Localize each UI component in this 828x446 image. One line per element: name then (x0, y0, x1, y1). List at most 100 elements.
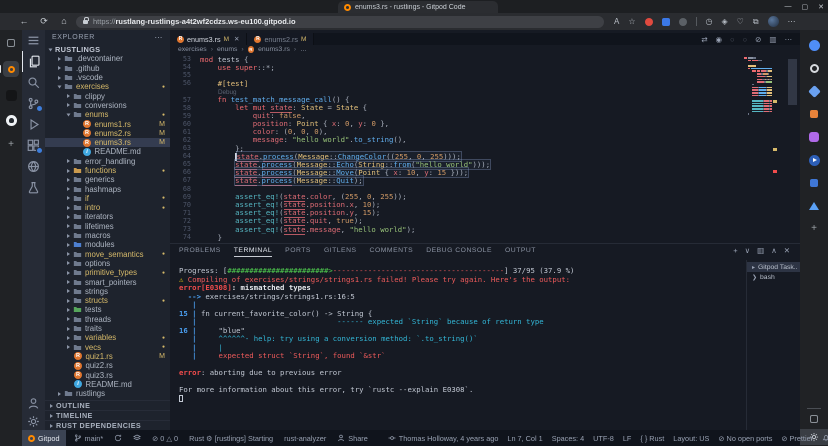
app-dark-icon[interactable] (4, 88, 18, 102)
address-bar[interactable]: https://rustlang-rustlings-a4t2wf2cdzs.w… (76, 16, 604, 28)
back-icon[interactable]: ← (14, 16, 34, 27)
status-gitpod-remote-badge[interactable]: Gitpod (22, 430, 66, 446)
tab-actions-icon[interactable] (4, 36, 18, 50)
tree-item-readme-md[interactable]: iREADME.md (45, 380, 170, 389)
status-rust-analyzer-status[interactable]: rust-analyzer (284, 434, 326, 443)
tree-item-conversions[interactable]: conversions (45, 101, 170, 110)
split-terminal-icon[interactable]: ▥ (757, 246, 764, 255)
status-eol-sequence[interactable]: LF (623, 434, 632, 443)
nav-back-icon[interactable]: ○ (730, 35, 735, 44)
minimize-button[interactable]: — (785, 3, 792, 10)
new-terminal-icon[interactable]: + (733, 246, 737, 255)
activity-explorer-icon[interactable] (22, 51, 45, 72)
tree-item-move-semantics[interactable]: move_semantics● (45, 250, 170, 259)
status-ports-status[interactable]: ⊘ No open ports (718, 434, 772, 443)
maximize-button[interactable]: ▢ (802, 3, 809, 11)
tree-item-traits[interactable]: traits (45, 324, 170, 333)
tree-item-clippy[interactable]: clippy (45, 91, 170, 100)
tree-item-modules[interactable]: modules (45, 240, 170, 249)
tab-close-icon[interactable]: ✕ (234, 35, 239, 43)
tree-item-tests[interactable]: tests (45, 305, 170, 314)
panel-tab-comments[interactable]: COMMENTS (370, 244, 414, 257)
tree-root[interactable]: RUSTLINGS (45, 45, 170, 54)
tree-item-macros[interactable]: macros (45, 231, 170, 240)
status-notifications-bell[interactable] (822, 434, 828, 442)
settings-more-icon[interactable]: ⋯ (788, 17, 796, 26)
activity-menu-icon[interactable] (22, 30, 45, 51)
extension-blue-icon[interactable] (662, 18, 670, 26)
explorer-more-icon[interactable]: ⋯ (154, 33, 163, 42)
share-icon[interactable]: ⧉ (753, 17, 759, 27)
tree-item-enums2-rs[interactable]: Renums2.rsM (45, 129, 170, 138)
nav-forward-icon[interactable]: ○ (743, 35, 748, 44)
panel-tab-output[interactable]: OUTPUT (505, 244, 536, 257)
section-outline[interactable]: OUTLINE (45, 400, 170, 410)
tree-item-if[interactable]: if● (45, 194, 170, 203)
compare-icon[interactable]: ◉ (716, 35, 723, 44)
clipper-icon[interactable] (807, 176, 821, 190)
read-aloud-icon[interactable]: A (614, 17, 619, 26)
refresh-icon[interactable]: ⟳ (34, 16, 54, 27)
editor-tab-enums3-rs[interactable]: Renums3.rsM✕ (170, 33, 247, 45)
panel-tab-debug-console[interactable]: DEBUG CONSOLE (426, 244, 492, 257)
breadcrumb-item[interactable]: enums (217, 46, 237, 53)
games-icon[interactable] (807, 130, 821, 144)
tree-item--vscode[interactable]: .vscode (45, 73, 170, 82)
status-cursor-position[interactable]: Ln 7, Col 1 (507, 434, 542, 443)
tree-item--github[interactable]: .github (45, 64, 170, 73)
tree-item-rustlings[interactable]: rustlings (45, 389, 170, 398)
maximize-panel-icon[interactable]: ∧ (771, 246, 777, 255)
tree-item-lifetimes[interactable]: lifetimes (45, 222, 170, 231)
tools-icon[interactable] (807, 84, 821, 98)
collections-icon[interactable]: ◷ (706, 17, 713, 26)
status-indentation[interactable]: Spaces: 4 (552, 434, 584, 443)
breadcrumb-item[interactable]: exercises (178, 46, 207, 53)
editor-scrollbar[interactable] (788, 59, 797, 105)
tree-item-generics[interactable]: generics (45, 175, 170, 184)
breadcrumb[interactable]: exercises›enums›Renums3.rs›… (178, 45, 307, 54)
tree-item-quiz1-rs[interactable]: Rquiz1.rsM (45, 352, 170, 361)
tree-item-variables[interactable]: variables● (45, 333, 170, 342)
tree-item-threads[interactable]: threads (45, 315, 170, 324)
panel-tab-problems[interactable]: PROBLEMS (179, 244, 221, 257)
add-pin-icon[interactable]: + (4, 138, 18, 152)
activity-extensions-icon[interactable] (22, 135, 45, 156)
extension-red-icon[interactable] (645, 18, 653, 26)
status-problems-summary[interactable]: ⊘ 0 △ 0 (152, 434, 178, 443)
status-rust-server-status[interactable]: Rust ⚙ [rustlings] Starting (189, 434, 273, 443)
tree-item-error-handling[interactable]: error_handling (45, 157, 170, 166)
activity-search-icon[interactable] (22, 72, 45, 93)
activity-remote-explorer-icon[interactable] (22, 156, 45, 177)
editor-tab-enums2-rs[interactable]: Renums2.rsM (247, 33, 314, 45)
extension-dark-icon[interactable] (679, 18, 687, 26)
gitpod-pinned-icon[interactable] (3, 61, 19, 77)
tree-item-vecs[interactable]: vecs● (45, 343, 170, 352)
tree-item-readme-md[interactable]: iREADME.md (45, 147, 170, 156)
tree-item-enums[interactable]: enums● (45, 110, 170, 119)
breadcrumb-item[interactable]: … (300, 46, 307, 53)
task-bash[interactable]: ❯bash (747, 272, 800, 282)
code-editor[interactable]: 53mod tests {54 use super::*;5556 #[test… (170, 55, 744, 243)
terminal-dropdown-icon[interactable]: ∨ (745, 246, 751, 255)
media-icon[interactable] (807, 153, 821, 167)
search-icon[interactable] (807, 61, 821, 75)
copilot-icon[interactable] (807, 38, 821, 52)
favorites-heart-icon[interactable]: ♡ (737, 17, 744, 26)
browser-tab[interactable]: enums3.rs - rustlings - Gitpod Code (338, 1, 498, 13)
github-icon[interactable] (4, 113, 18, 127)
status-pending-changes[interactable] (133, 434, 141, 442)
status-git-branch[interactable]: main* (74, 434, 104, 443)
add-sidebar-icon[interactable]: + (807, 222, 821, 236)
home-icon[interactable]: ⌂ (54, 16, 74, 27)
tree-item-enums3-rs[interactable]: Renums3.rsM (45, 138, 170, 147)
panel-tab-gitlens[interactable]: GITLENS (324, 244, 357, 257)
activity-manage-settings-icon[interactable] (22, 412, 45, 430)
shopping-icon[interactable] (807, 107, 821, 121)
status-git-blame[interactable]: Thomas Holloway, 4 years ago (388, 434, 499, 443)
status-sync-changes[interactable] (114, 434, 122, 442)
status-keyboard-layout[interactable]: Layout: US (673, 434, 709, 443)
tree-item-quiz2-rs[interactable]: Rquiz2.rs (45, 361, 170, 370)
activity-test-explorer-icon[interactable] (22, 177, 45, 198)
activity-source-control-icon[interactable] (22, 93, 45, 114)
tree-item-intro[interactable]: intro● (45, 203, 170, 212)
